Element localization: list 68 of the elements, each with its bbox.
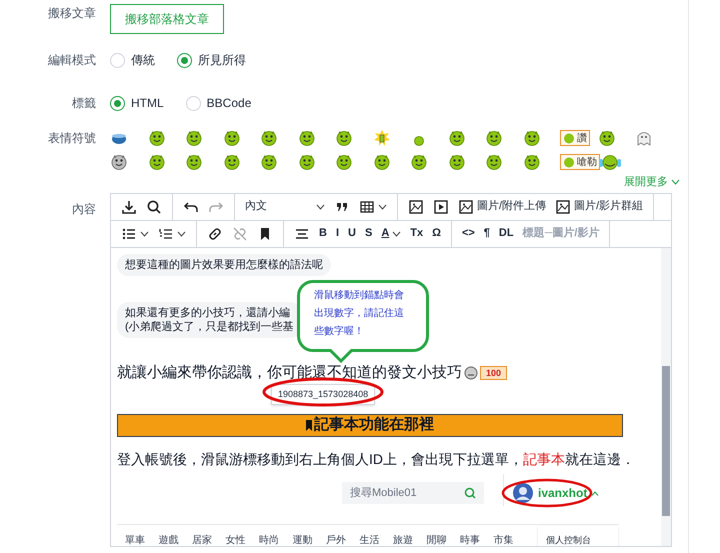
toolbar-button[interactable]: DL (494, 222, 518, 244)
radio-option[interactable]: BBCode (186, 94, 252, 112)
caret-icon (140, 230, 149, 236)
chevron-down-icon (671, 179, 680, 186)
unlink-icon (232, 226, 248, 242)
toolbar-button[interactable]: <> (458, 222, 479, 244)
burst-smiley-icon[interactable] (372, 129, 390, 147)
caret-icon (591, 490, 600, 496)
image-icon (555, 198, 572, 214)
table-icon (359, 198, 375, 214)
field-label: 表情符號 (47, 130, 96, 147)
nav-link[interactable]: 女性 (226, 533, 259, 546)
toolbar-button[interactable]: 圖片/附件上傳 (454, 196, 550, 218)
image-icon (408, 198, 424, 214)
score-badge: 100 (480, 366, 508, 380)
download-icon (121, 198, 137, 214)
toolbar-button[interactable]: I (332, 222, 344, 244)
nav-link[interactable]: 戶外 (326, 533, 360, 546)
crying-smiley-icon[interactable] (598, 153, 622, 171)
paragraph: 登入帳號後，滑鼠游標移動到右上角個人ID上，會出現下拉選單，記事本就在這邊． (117, 450, 636, 469)
menu-item[interactable]: 個人控制台 (546, 534, 610, 546)
nav-link[interactable]: 單車 (125, 533, 158, 546)
emoticon-badge[interactable]: 嗆勒 (560, 154, 600, 170)
toolbar-button[interactable]: S (360, 222, 376, 244)
nav-link[interactable]: 市集 (494, 533, 527, 546)
caret-icon (316, 204, 325, 210)
radio-option[interactable]: 傳統 (110, 51, 155, 69)
search-icon (146, 198, 162, 214)
speech-bubble: 滑鼠移動到錨點時會出現數字，請記住這些數字喔！ (297, 280, 429, 352)
toolbar-button[interactable]: A (377, 222, 406, 244)
radio-option[interactable]: 所見所得 (177, 51, 246, 69)
field-label: 標籤 (71, 95, 96, 112)
block-format-select[interactable]: 內文 (241, 196, 329, 218)
paragraph: 就讓小編來帶你認識，你可能還不知道的發文小技巧 (117, 362, 462, 382)
field-label: 編輯模式 (47, 52, 96, 69)
ghost-icon[interactable] (635, 129, 653, 147)
message-bubble: 想要這種的圖片效果要用怎麼樣的語法呢 (117, 254, 331, 276)
field-label: 搬移文章 (47, 5, 96, 22)
avatar-icon (512, 482, 534, 504)
radio-option[interactable]: HTML (110, 94, 164, 112)
nav-link[interactable]: 遊戲 (158, 533, 192, 546)
image-icon (458, 198, 474, 214)
search-field[interactable]: 搜尋Mobile01 (342, 482, 484, 504)
toolbar-button[interactable]: B (315, 222, 331, 244)
play-icon (433, 198, 449, 214)
nav-link[interactable]: 時事 (460, 533, 494, 546)
scrollbar-thumb[interactable] (662, 366, 670, 516)
speech-bubble-tail (329, 348, 353, 362)
caret-icon (177, 230, 186, 236)
nav-link[interactable]: 閒聊 (426, 533, 460, 546)
toolbar-button[interactable]: Ω (428, 222, 445, 244)
link-icon (207, 226, 223, 242)
search-icon (464, 487, 476, 499)
toolbar-button[interactable]: Tx (406, 222, 428, 244)
emoticon-badge[interactable]: 讚 (560, 130, 590, 146)
toolbar-button[interactable]: U (344, 222, 360, 244)
bookmark-icon (306, 420, 312, 431)
heading-text: 記事本功能在那裡 (314, 415, 434, 436)
toolbar-button[interactable]: 圖片/影片群組 (551, 196, 648, 218)
nav-link[interactable]: 旅遊 (393, 533, 426, 546)
nav-link[interactable]: 時尚 (259, 533, 292, 546)
caret-icon (378, 204, 387, 210)
caret-icon (392, 230, 402, 236)
nav-link[interactable]: 運動 (292, 533, 326, 546)
toolbar-button[interactable]: ¶ (480, 222, 494, 244)
nav-link[interactable]: 生活 (360, 533, 393, 546)
field-label: 內容 (71, 200, 96, 218)
nav-link[interactable]: 居家 (192, 533, 226, 546)
